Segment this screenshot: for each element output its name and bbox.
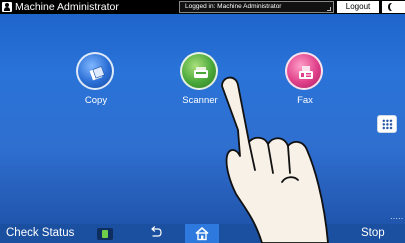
pointing-hand-icon xyxy=(221,76,329,243)
login-status-bar[interactable]: Logged in: Machine Administrator xyxy=(179,1,334,13)
top-bar: Machine Administrator Logged in: Machine… xyxy=(0,0,405,14)
back-arrow-icon xyxy=(151,226,162,237)
keypad-button[interactable] xyxy=(377,115,397,133)
keypad-icon xyxy=(382,119,393,130)
energy-saver-button[interactable] xyxy=(382,1,405,13)
copy-app[interactable]: Copy xyxy=(66,52,126,108)
user-name: Machine Administrator xyxy=(15,1,119,13)
home-screen: Machine Administrator Logged in: Machine… xyxy=(0,0,405,243)
more-indicator-icon: ····· xyxy=(390,214,404,223)
copy-icon xyxy=(76,52,114,90)
login-status-text: Logged in: Machine Administrator xyxy=(185,3,282,10)
logout-button[interactable]: Logout xyxy=(337,1,379,13)
user-icon xyxy=(2,2,12,12)
expand-corner-icon xyxy=(327,7,331,11)
status-indicator-icon xyxy=(97,228,113,240)
back-button[interactable] xyxy=(147,226,163,241)
check-status-button[interactable]: Check Status xyxy=(6,224,74,243)
copy-label: Copy xyxy=(84,95,108,106)
